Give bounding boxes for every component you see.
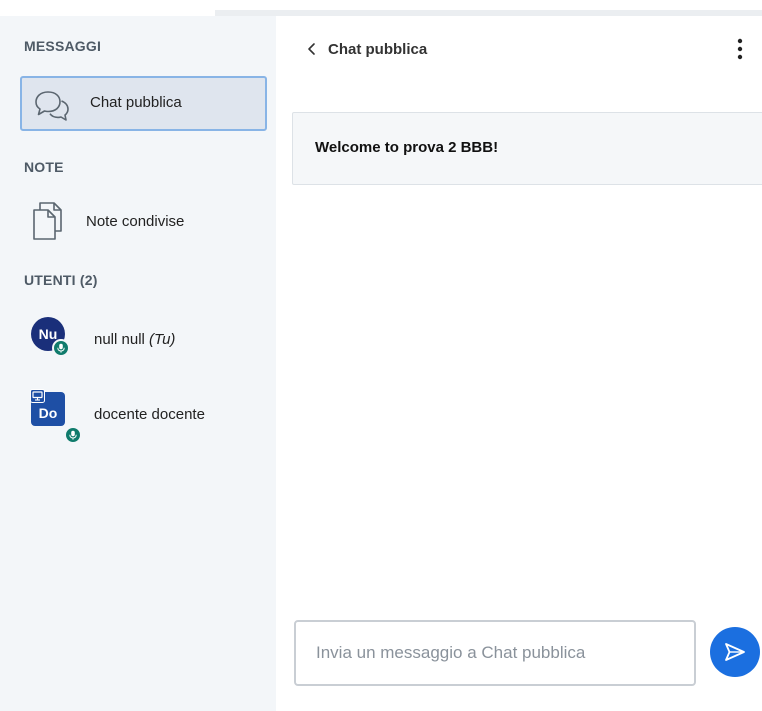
avatar-initials: Do (38, 405, 58, 421)
welcome-message-box: Welcome to prova 2 BBB! (292, 112, 762, 185)
user-name-text: null null (94, 331, 145, 348)
message-input[interactable] (294, 620, 696, 686)
user-list-item[interactable]: Do docente docente (20, 389, 267, 448)
chat-header[interactable]: Chat pubblica (306, 39, 427, 59)
sidebar-item-public-chat[interactable]: Chat pubblica (20, 76, 267, 131)
user-name: null null (Tu) (94, 331, 175, 348)
avatar-initials: Nu (38, 326, 58, 342)
chevron-left-icon[interactable] (306, 42, 318, 56)
chat-title: Chat pubblica (328, 40, 428, 58)
you-label: (Tu) (149, 331, 176, 348)
documents-icon (33, 202, 62, 240)
vertical-dots-icon[interactable] (736, 38, 744, 60)
send-button[interactable] (710, 627, 760, 677)
sidebar-item-shared-notes[interactable]: Note condivise (20, 194, 267, 249)
send-arrow-icon (725, 643, 745, 661)
sidebar-item-public-chat-label: Chat pubblica (90, 94, 182, 111)
sidebar-item-shared-notes-label: Note condivise (86, 213, 185, 230)
chat-panel: Chat pubblica Welcome to prova 2 BBB! (276, 16, 762, 711)
user-list-item[interactable]: Nu null null (Tu) (20, 317, 267, 373)
messages-section-title: MESSAGGI (24, 38, 102, 54)
top-bar (0, 0, 762, 16)
sidebar: MESSAGGI Chat pubblica NOTE Note condivi… (0, 16, 276, 711)
notes-section-title: NOTE (24, 159, 64, 175)
microphone-icon (52, 339, 70, 357)
user-name: docente docente (94, 406, 205, 423)
chat-bubbles-icon (35, 91, 69, 121)
presenter-screen-icon (30, 389, 45, 403)
welcome-message: Welcome to prova 2 BBB! (315, 139, 499, 156)
microphone-icon (64, 426, 82, 444)
users-section-title: UTENTI (2) (24, 272, 98, 288)
